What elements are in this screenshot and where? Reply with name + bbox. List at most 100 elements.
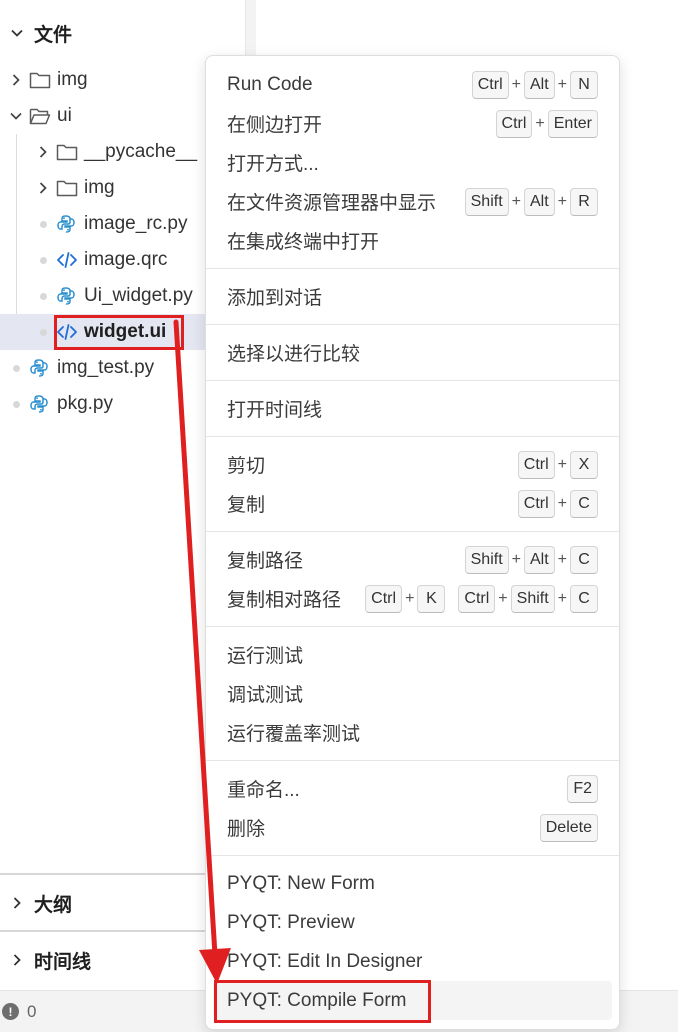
menu-item[interactable]: 在侧边打开 Ctrl + Enter <box>206 104 619 143</box>
menu-item[interactable]: PYQT: New Form <box>206 864 619 903</box>
shortcut-key: Ctrl <box>365 584 403 613</box>
shortcut-key: C <box>570 545 598 574</box>
keyboard-shortcut: Ctrl + X <box>517 450 598 479</box>
menu-item[interactable]: 选择以进行比较 <box>206 333 619 372</box>
shortcut-key: Alt <box>523 70 555 99</box>
menu-item[interactable]: 复制 Ctrl + C <box>206 484 619 523</box>
shortcut-key: Enter <box>547 109 598 138</box>
menu-item[interactable]: PYQT: Edit In Designer <box>206 942 619 981</box>
shortcut-key: Ctrl <box>517 450 555 479</box>
menu-item-label: 运行测试 <box>227 646 304 667</box>
shortcut-plus: + <box>557 550 567 568</box>
shortcut-key: Alt <box>523 545 555 574</box>
keyboard-shortcut: Ctrl + C <box>517 489 598 518</box>
menu-item[interactable]: 复制路径 Shift + Alt + C <box>206 540 619 579</box>
chevron-right-icon <box>3 73 29 87</box>
menu-item[interactable]: 调试测试 <box>206 674 619 713</box>
menu-item-label: 调试测试 <box>227 685 304 706</box>
menu-item[interactable]: 在集成终端中打开 <box>206 221 619 260</box>
chevron-right-icon <box>0 896 34 910</box>
menu-separator <box>206 436 619 437</box>
menu-item-label: 打开方式... <box>227 154 319 175</box>
python-file-icon <box>29 394 57 414</box>
menu-item[interactable]: 运行测试 <box>206 635 619 674</box>
shortcut-key: Delete <box>539 813 598 842</box>
problems-icon[interactable]: ! <box>2 1003 19 1020</box>
files-section-header[interactable]: 文件 <box>0 5 246 61</box>
tree-item-label: ui <box>57 105 72 126</box>
menu-item-label: PYQT: Preview <box>227 911 355 933</box>
shortcut-key: Shift <box>510 584 555 613</box>
python-file-icon <box>29 358 57 378</box>
shortcut-key: Ctrl <box>458 584 496 613</box>
menu-item[interactable]: PYQT: Preview <box>206 903 619 942</box>
menu-item-label: 复制相对路径 <box>227 590 342 611</box>
code-file-icon <box>56 251 84 269</box>
menu-item[interactable]: 打开方式... <box>206 143 619 182</box>
keyboard-shortcut: F2 <box>567 774 598 803</box>
tree-item-label: img <box>57 69 88 90</box>
compile-form-annotation-box <box>214 980 431 1023</box>
shortcut-plus: + <box>557 494 567 512</box>
menu-item-label: 复制 <box>227 495 266 516</box>
menu-item-label: PYQT: New Form <box>227 872 375 894</box>
menu-item[interactable]: 打开时间线 <box>206 389 619 428</box>
menu-item-label: 添加到对话 <box>227 288 323 309</box>
file-status-dot-icon <box>30 292 56 300</box>
keyboard-shortcut: Ctrl + K Ctrl + Shift + C <box>365 584 598 613</box>
folder-icon <box>56 143 84 161</box>
keyboard-shortcut: Delete <box>539 813 598 842</box>
menu-item[interactable]: 复制相对路径 Ctrl + K Ctrl + Shift + C <box>206 579 619 618</box>
menu-item[interactable]: 删除 Delete <box>206 808 619 847</box>
menu-item[interactable]: 运行覆盖率测试 <box>206 713 619 752</box>
python-file-icon <box>56 286 84 306</box>
timeline-section-title: 时间线 <box>34 951 92 973</box>
menu-item-label: 复制路径 <box>227 551 304 572</box>
menu-item-label: 打开时间线 <box>227 400 323 421</box>
menu-item[interactable]: 在文件资源管理器中显示 Shift + Alt + R <box>206 182 619 221</box>
folder-icon <box>29 107 57 125</box>
menu-item[interactable]: Run Code Ctrl + Alt + N <box>206 65 619 104</box>
shortcut-key: Ctrl <box>517 489 555 518</box>
shortcut-plus: + <box>557 589 567 607</box>
shortcut-plus: + <box>557 75 567 93</box>
shortcut-key: Ctrl <box>471 70 509 99</box>
shortcut-key: K <box>417 584 446 613</box>
menu-item[interactable]: 添加到对话 <box>206 277 619 316</box>
files-section-title: 文件 <box>34 24 73 46</box>
shortcut-plus: + <box>405 589 415 607</box>
keyboard-shortcut: Shift + Alt + R <box>464 187 598 216</box>
chevron-right-icon <box>0 953 34 967</box>
tree-item-label: image_rc.py <box>84 213 188 234</box>
menu-separator <box>206 324 619 325</box>
shortcut-key: F2 <box>567 774 598 803</box>
shortcut-key: Shift <box>464 187 509 216</box>
file-status-dot-icon <box>3 400 29 408</box>
shortcut-key: Shift <box>464 545 509 574</box>
tree-item-label: pkg.py <box>57 393 113 414</box>
tree-item-label: Ui_widget.py <box>84 285 193 306</box>
menu-item-label: Run Code <box>227 73 313 95</box>
chevron-down-icon <box>3 109 29 123</box>
problems-count[interactable]: 0 <box>27 1002 36 1022</box>
chevron-right-icon <box>30 181 56 195</box>
shortcut-plus: + <box>557 192 567 210</box>
shortcut-key: N <box>570 70 598 99</box>
menu-item-label: 运行覆盖率测试 <box>227 724 361 745</box>
menu-item[interactable]: 重命名... F2 <box>206 769 619 808</box>
file-status-dot-icon <box>30 256 56 264</box>
menu-item-label: 在侧边打开 <box>227 115 323 136</box>
outline-section-title: 大纲 <box>34 894 73 916</box>
menu-item[interactable]: 剪切 Ctrl + X <box>206 445 619 484</box>
shortcut-key: X <box>570 450 598 479</box>
shortcut-key: C <box>570 584 598 613</box>
menu-separator <box>206 380 619 381</box>
menu-separator <box>206 626 619 627</box>
shortcut-plus: + <box>535 114 545 132</box>
menu-separator <box>206 531 619 532</box>
keyboard-shortcut: Shift + Alt + C <box>464 545 598 574</box>
shortcut-plus: + <box>511 550 521 568</box>
chevron-down-icon <box>0 26 34 40</box>
keyboard-shortcut: Ctrl + Enter <box>495 109 598 138</box>
menu-item-label: 重命名... <box>227 780 300 801</box>
